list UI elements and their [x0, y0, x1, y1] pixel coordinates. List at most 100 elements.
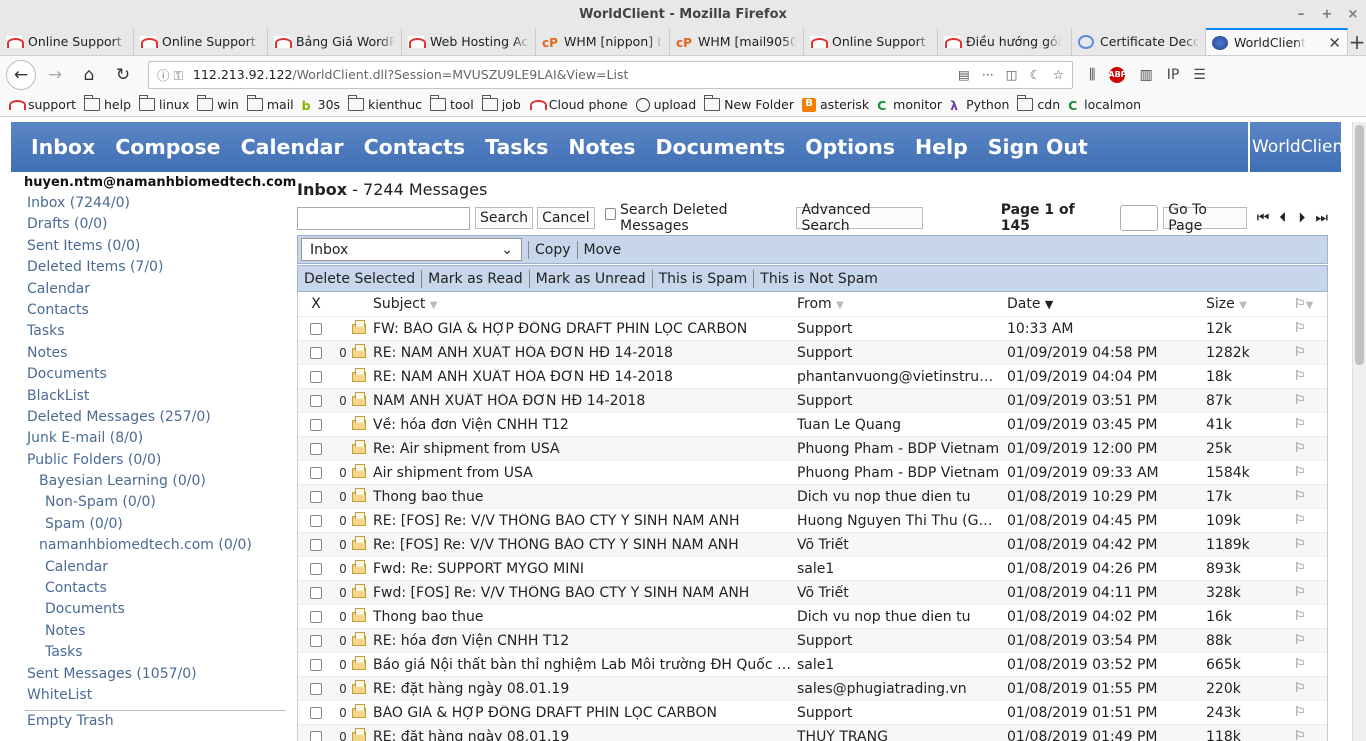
sidebar-folder[interactable]: Public Folders (0/0) [11, 450, 294, 471]
tab-1[interactable]: Online Support - [134, 28, 268, 55]
tab-8[interactable]: Certificate Deco [1072, 28, 1206, 55]
sidebar-folder[interactable]: Documents [11, 599, 294, 620]
page-number-input[interactable] [1120, 205, 1159, 231]
bookmark-2[interactable]: linux [139, 95, 189, 112]
table-row[interactable]: 0 Fwd: [FOS] Re: V/V THÔNG BÁO CTY Y SINH… [298, 580, 1327, 604]
row-checkbox[interactable] [310, 706, 322, 719]
site-info-icon[interactable]: ⓘ ⚿ [157, 65, 183, 84]
go-to-page-button[interactable]: Go To Page [1163, 202, 1247, 234]
flag-icon[interactable]: ⚐ [1294, 393, 1326, 408]
message-subject[interactable]: Báo giá Nội thất bàn thỉ nghiệm Lab Môi … [373, 657, 797, 673]
table-row[interactable]: RE: NAM ANH XUẤT HÓA ĐƠN HĐ 14-2018 phant… [298, 364, 1327, 388]
bookmark-12[interactable]: Basterisk [802, 97, 869, 112]
nav-documents[interactable]: Documents [655, 135, 785, 159]
table-row[interactable]: 0 RE: NAM ANH XUẤT HÓA ĐƠN HĐ 14-2018 Supp… [298, 340, 1327, 364]
nav-sign-out[interactable]: Sign Out [988, 135, 1088, 159]
table-row[interactable]: 0 RE: đặt hàng ngày 08.01.19 sales@phugiat… [298, 676, 1327, 700]
nav-help[interactable]: Help [915, 135, 968, 159]
sidebar-folder[interactable]: Junk E-mail (8/0) [11, 428, 294, 449]
nav-notes[interactable]: Notes [568, 135, 635, 159]
action-this-is-spam[interactable]: This is Spam [659, 271, 748, 287]
bookmark-7[interactable]: tool [430, 95, 474, 112]
sidebar-folder[interactable]: Tasks [11, 321, 294, 342]
flag-icon[interactable]: ⚐ [1294, 561, 1326, 576]
flag-icon[interactable]: ⚐ [1294, 465, 1326, 480]
table-row[interactable]: 0 RE: đặt hàng ngày 08.01.19 THUỲ TRANG 01/… [298, 724, 1327, 741]
row-checkbox[interactable] [310, 562, 322, 575]
bookmark-9[interactable]: Cloud phone [528, 97, 628, 112]
flag-icon[interactable]: ⚐ [1294, 537, 1326, 552]
address-bar[interactable]: ⓘ ⚿ 112.213.92.122/WorldClient.dll?Sessi… [148, 60, 1073, 89]
search-deleted-checkbox[interactable] [604, 208, 617, 220]
row-checkbox[interactable] [310, 490, 322, 503]
bookmark-15[interactable]: cdn [1017, 95, 1060, 112]
table-row[interactable]: 0 Báo giá Nội thất bàn thỉ nghiệm Lab Môi… [298, 652, 1327, 676]
flag-icon[interactable]: ⚐ [1294, 705, 1326, 720]
flag-icon[interactable]: ⚐ [1294, 417, 1326, 432]
sidebar-folder[interactable]: Non-Spam (0/0) [11, 492, 294, 513]
message-subject[interactable]: FW: BÁO GIÁ & HỢP ĐỒNG DRAFT PHIN LỌC CA… [373, 321, 797, 337]
table-row[interactable]: 0 Air shipment from USA Phuong Pham - BDP … [298, 460, 1327, 484]
flag-icon[interactable]: ⚐ [1294, 609, 1326, 624]
sidebar-folder[interactable]: Calendar [11, 557, 294, 578]
minimize-button[interactable]: – [1288, 7, 1314, 22]
message-subject[interactable]: RE: NAM ANH XUẤT HÓA ĐƠN HĐ 14-2018 [373, 345, 797, 361]
message-subject[interactable]: RE: đặt hàng ngày 08.01.19 [373, 729, 797, 741]
from-column-header[interactable]: From ▼ [797, 296, 1007, 312]
flag-icon[interactable]: ⚐ [1294, 345, 1326, 360]
date-column-header[interactable]: Date ▼ [1007, 296, 1206, 312]
reader-view-icon[interactable]: ▤ [958, 67, 970, 82]
back-button[interactable]: ← [6, 59, 36, 90]
sidebar-folder[interactable]: Contacts [11, 578, 294, 599]
table-row[interactable]: 0 Thong bao thue Dich vu nop thue dien tu 0… [298, 604, 1327, 628]
table-row[interactable]: 0 BÁO GIÁ & HỢP ĐỒNG DRAFT PHIN LỌC CARBO… [298, 700, 1327, 724]
bookmark-8[interactable]: job [481, 95, 521, 112]
nav-contacts[interactable]: Contacts [364, 135, 466, 159]
row-checkbox[interactable] [310, 538, 322, 551]
subject-column-header[interactable]: Subject ▼ [373, 296, 797, 312]
bookmark-1[interactable]: help [84, 95, 131, 112]
message-subject[interactable]: RE: [FOS] Re: V/V THÔNG BÁO CTY Y SINH N… [373, 513, 797, 529]
scrollbar-thumb[interactable] [1355, 125, 1364, 365]
first-page-icon[interactable]: ⏮ [1257, 210, 1270, 226]
home-button[interactable]: ⌂ [74, 60, 104, 90]
bookmark-0[interactable]: support [8, 97, 76, 112]
sidebar-toggle-icon[interactable]: ▥ [1139, 67, 1152, 83]
tab-5[interactable]: cP WHM [mail9050 [670, 28, 804, 55]
row-checkbox[interactable] [310, 394, 322, 407]
table-row[interactable]: 0 Re: [FOS] Re: V/V THÔNG BÁO CTY Y SINH … [298, 532, 1327, 556]
select-all-header[interactable]: X [298, 296, 334, 312]
flag-icon[interactable]: ⚐ [1294, 681, 1326, 696]
move-button[interactable]: Move [584, 242, 622, 258]
sidebar-folder[interactable]: Notes [11, 343, 294, 364]
row-checkbox[interactable] [310, 730, 322, 741]
row-checkbox[interactable] [310, 418, 322, 431]
tab-6[interactable]: Online Support - [804, 28, 938, 55]
search-input[interactable] [297, 206, 470, 230]
extension-icon[interactable]: IP [1167, 67, 1180, 83]
message-subject[interactable]: Air shipment from USA [373, 465, 797, 481]
flag-icon[interactable]: ⚐ [1294, 633, 1326, 648]
bookmark-11[interactable]: New Folder [704, 95, 794, 112]
action-this-is-not-spam[interactable]: This is Not Spam [760, 271, 878, 287]
row-checkbox[interactable] [310, 586, 322, 599]
nav-compose[interactable]: Compose [115, 135, 220, 159]
advanced-search-button[interactable]: Advanced Search [796, 202, 923, 234]
sidebar-folder[interactable]: Calendar [11, 279, 294, 300]
message-subject[interactable]: RE: NAM ANH XUẤT HÓA ĐƠN HĐ 14-2018 [373, 369, 797, 385]
sidebar-folder[interactable]: Inbox (7244/0) [11, 193, 294, 214]
sidebar-folder[interactable]: Documents [11, 364, 294, 385]
row-checkbox[interactable] [310, 682, 322, 695]
flag-icon[interactable]: ⚐ [1294, 441, 1326, 456]
sidebar-folder[interactable]: Drafts (0/0) [11, 214, 294, 235]
previous-page-icon[interactable]: ⏴ [1279, 210, 1286, 226]
flag-icon[interactable]: ⚐ [1294, 729, 1326, 741]
row-checkbox[interactable] [310, 346, 322, 359]
page-actions-icon[interactable]: ··· [982, 67, 994, 82]
sidebar-folder[interactable]: Deleted Items (7/0) [11, 257, 294, 278]
table-row[interactable]: 0 Thong bao thue Dich vu nop thue dien tu 0… [298, 484, 1327, 508]
table-row[interactable]: 0 NAM ANH XUẤT HÓA ĐƠN HĐ 14-2018 Support 0… [298, 388, 1327, 412]
nav-inbox[interactable]: Inbox [31, 135, 95, 159]
wave-icon[interactable]: ☾ [1030, 67, 1041, 82]
table-row[interactable]: 0 Fwd: Re: SUPPORT MYGO MINI sale1 01/08/20… [298, 556, 1327, 580]
